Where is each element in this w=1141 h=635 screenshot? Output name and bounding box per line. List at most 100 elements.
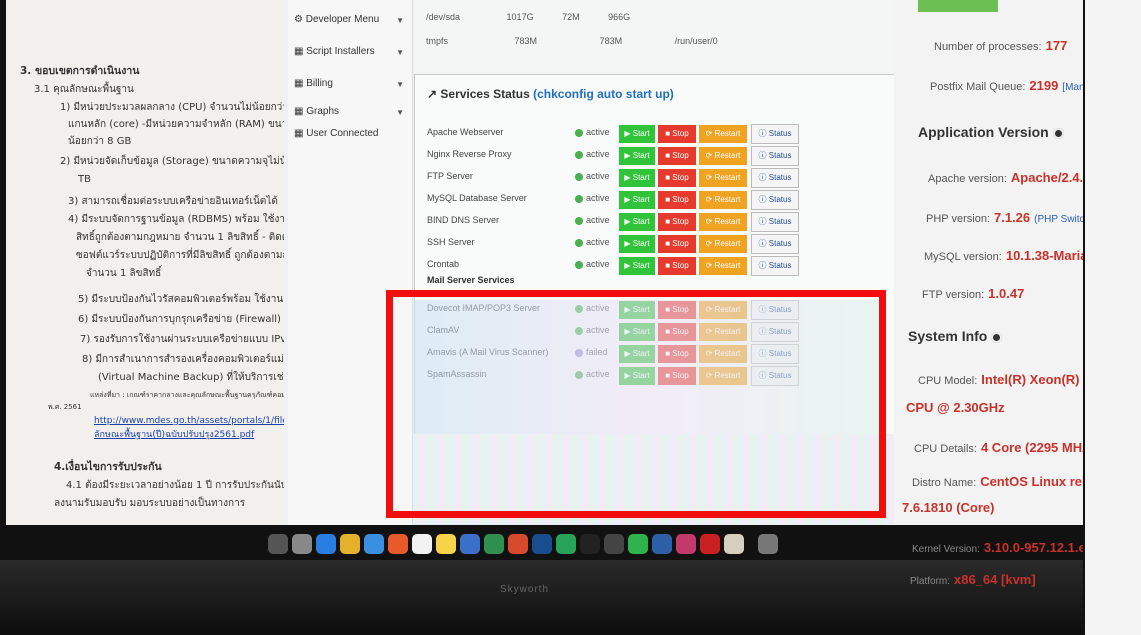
restart-icon: ⟳ [705, 129, 715, 138]
photos-icon[interactable] [676, 534, 696, 554]
start-button[interactable]: ▶ Start [619, 169, 655, 187]
php-switcher-link[interactable]: (PHP Switcher) [1034, 214, 1084, 225]
status-button[interactable]: ⓘ Status [751, 168, 799, 188]
restart-icon: ⟳ [705, 151, 715, 160]
mail-icon[interactable] [364, 534, 384, 554]
doc-line: 3) สามารถเชื่อมต่อระบบเครือข่ายอินเทอร์เ… [68, 196, 278, 207]
distro-row: Distro Name:CentOS Linux releas [912, 474, 1084, 489]
status-button[interactable]: ⓘ Status [751, 190, 799, 210]
highlight-box [386, 290, 886, 518]
play-icon: ▶ [624, 151, 633, 160]
cpu-model-value: Intel(R) Xeon(R) Gol [981, 372, 1084, 387]
line-icon[interactable] [628, 534, 648, 554]
php-value: 7.1.26 [994, 210, 1031, 225]
restart-button[interactable]: ⟳ Restart [699, 125, 747, 143]
btn-label: Start [632, 261, 650, 270]
status-button[interactable]: ⓘ Status [751, 124, 799, 144]
disk-cell: /run/user/0 [674, 36, 718, 46]
service-name: Nginx Reverse Proxy [427, 149, 512, 159]
sidebar-item-script-installers[interactable]: ▦ Script Installers [294, 46, 375, 57]
doc-line: แกนหลัก (core) -มีหน่วยความจำหลัก (RAM) … [68, 119, 288, 130]
acrobat-icon[interactable] [700, 534, 720, 554]
doc-line: พ.ศ. 2561 [48, 403, 82, 411]
service-state: active [575, 127, 610, 137]
restart-button[interactable]: ⟳ Restart [699, 169, 747, 187]
btn-label: Stop [672, 195, 689, 204]
safari-icon[interactable] [316, 534, 336, 554]
info-icon: ⓘ [758, 173, 769, 182]
stop-button[interactable]: ■ Stop [658, 125, 696, 143]
excel-icon[interactable] [484, 534, 504, 554]
terminal-icon[interactable] [580, 534, 600, 554]
chart-line-icon: ↗ [427, 87, 441, 101]
mail-server-services-header: Mail Server Services [427, 275, 515, 285]
restart-button[interactable]: ⟳ Restart [699, 147, 747, 165]
stop-button[interactable]: ■ Stop [658, 257, 696, 275]
manage-queue-link[interactable]: [Manage [1062, 82, 1084, 93]
stop-button[interactable]: ■ Stop [658, 147, 696, 165]
system-prefs-icon[interactable] [604, 534, 624, 554]
preview-icon[interactable] [724, 534, 744, 554]
restart-button[interactable]: ⟳ Restart [699, 191, 747, 209]
status-button[interactable]: ⓘ Status [751, 146, 799, 166]
service-name: BIND DNS Server [427, 215, 500, 225]
btn-label: Restart [714, 239, 741, 248]
gear-icon[interactable] [1052, 127, 1064, 139]
btn-label: Stop [672, 173, 689, 182]
stop-button[interactable]: ■ Stop [658, 191, 696, 209]
network-icon[interactable] [652, 534, 672, 554]
calendar-icon[interactable] [412, 534, 432, 554]
billing-icon: ▦ [294, 78, 307, 89]
stop-button[interactable]: ■ Stop [658, 169, 696, 187]
btn-label: Stop [672, 151, 689, 160]
sidebar-item-developer-menu[interactable]: ⚙ Developer Menu [294, 14, 379, 25]
word-icon[interactable] [460, 534, 480, 554]
restart-button[interactable]: ⟳ Restart [699, 213, 747, 231]
application-version-header: Application Version [918, 124, 1064, 140]
start-button[interactable]: ▶ Start [619, 191, 655, 209]
status-button[interactable]: ⓘ Status [751, 234, 799, 254]
notes-icon[interactable] [436, 534, 456, 554]
powerpoint-icon[interactable] [508, 534, 528, 554]
start-button[interactable]: ▶ Start [619, 147, 655, 165]
sidebar-item-billing[interactable]: ▦ Billing [294, 78, 333, 89]
cpu-model-label: CPU Model: [918, 375, 978, 387]
service-row: SSH Server active ▶ Start ■ Stop ⟳ Restart ⓘ … [415, 233, 895, 255]
gear-icon[interactable] [991, 331, 1003, 343]
doc-link[interactable]: http://www.mdes.go.th/assets/portals/1/f… [94, 414, 306, 429]
ftp-label: FTP version: [922, 289, 985, 301]
start-button[interactable]: ▶ Start [619, 213, 655, 231]
sidebar-item-user-connected[interactable]: ▦ User Connected [294, 128, 379, 139]
chrome-icon[interactable] [340, 534, 360, 554]
system-info-header: System Info [908, 328, 1003, 344]
sidebar-item-graphs[interactable]: ▦ Graphs [294, 106, 339, 117]
stop-button[interactable]: ■ Stop [658, 235, 696, 253]
restart-button[interactable]: ⟳ Restart [699, 257, 747, 275]
btn-label: Status [768, 151, 792, 160]
mailq-value: 2199 [1029, 78, 1059, 93]
start-button[interactable]: ▶ Start [619, 235, 655, 253]
restart-button[interactable]: ⟳ Restart [699, 235, 747, 253]
cpu-model-row: CPU Model:Intel(R) Xeon(R) Gol [918, 372, 1084, 387]
header-text: Application Version [918, 124, 1049, 140]
status-button[interactable]: ⓘ Status [751, 212, 799, 232]
start-button[interactable]: ▶ Start [619, 257, 655, 275]
service-row: Nginx Reverse Proxy active ▶ Start ■ Stop ⟳ … [415, 145, 895, 167]
service-name: Apache Webserver [427, 127, 504, 137]
launchpad-icon[interactable] [292, 534, 312, 554]
firefox-icon[interactable] [388, 534, 408, 554]
trash-icon[interactable] [758, 534, 778, 554]
service-name: Crontab [427, 259, 460, 269]
distro-value: 7.6.1810 (Core) [902, 500, 995, 515]
info-icon: ⓘ [758, 261, 769, 270]
facetime-icon[interactable] [556, 534, 576, 554]
stop-button[interactable]: ■ Stop [658, 213, 696, 231]
doc-link[interactable]: ลักษณะพื้นฐาน(ปี)ฉบับปรับปรุง2561.pdf [94, 428, 254, 443]
finder-icon[interactable] [268, 534, 288, 554]
start-button[interactable]: ▶ Start [619, 125, 655, 143]
disk-cell: /dev/sda [426, 12, 461, 22]
outlook-icon[interactable] [532, 534, 552, 554]
disk-cell: 966G [608, 12, 631, 22]
status-button[interactable]: ⓘ Status [751, 256, 799, 276]
sidebar-item-label: Developer Menu [305, 14, 380, 25]
